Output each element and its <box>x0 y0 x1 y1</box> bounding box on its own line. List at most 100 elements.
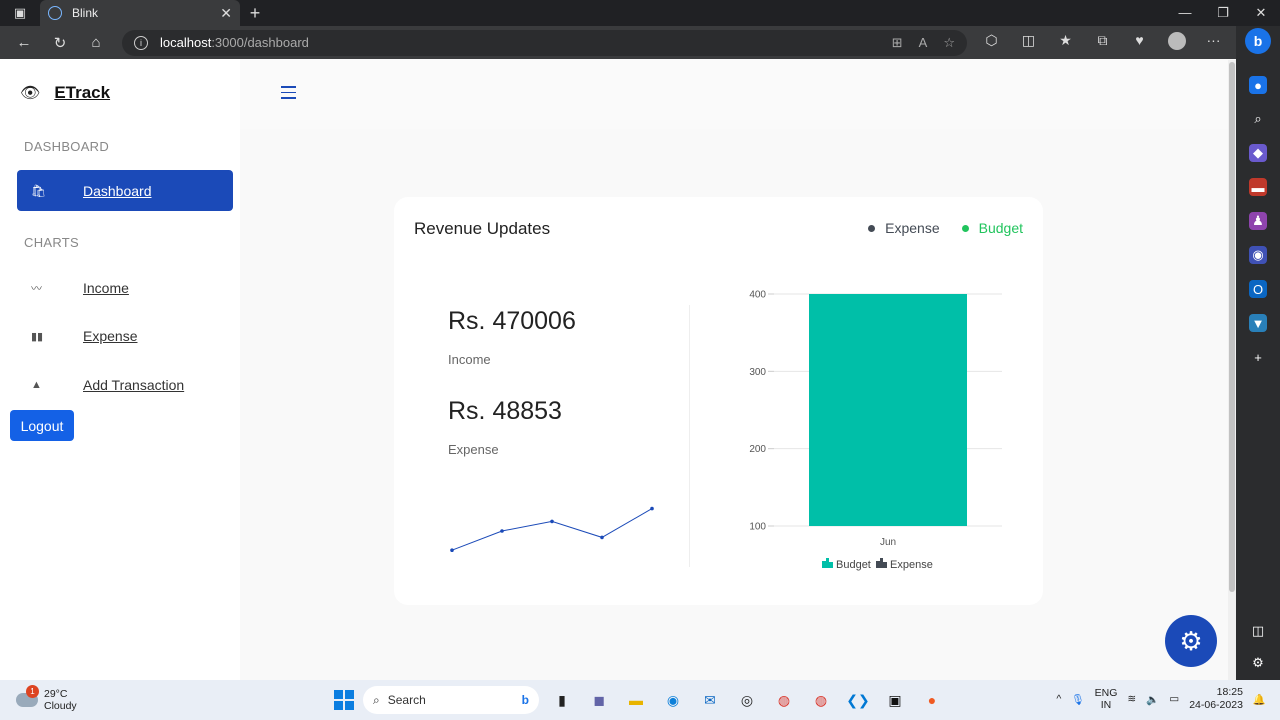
sidebar-item-income[interactable]: 〰 Income <box>17 273 233 303</box>
chrome-icon[interactable]: ◍ <box>770 686 798 714</box>
volume-icon[interactable]: 🔈 <box>1146 693 1159 706</box>
legend-dot-icon <box>868 224 876 232</box>
brand-name[interactable]: ETrack <box>54 83 110 103</box>
logout-button[interactable]: Logout <box>10 410 74 441</box>
search-icon[interactable]: ⌕ <box>1249 110 1267 128</box>
bing-icon[interactable]: b <box>1245 28 1271 54</box>
sidebar-settings-icon[interactable]: ⚙ <box>1249 654 1267 672</box>
section-label-charts: CHARTS <box>24 235 80 250</box>
tab-title: Blink <box>72 6 99 20</box>
teams-chat-icon[interactable]: ◼ <box>585 686 613 714</box>
favorites-icon[interactable]: ★ <box>1047 32 1084 53</box>
income-stat: Rs. 470006 Income <box>448 307 576 367</box>
browser-tab[interactable]: Blink ✕ <box>40 0 240 26</box>
brand[interactable]: 👁 ETrack <box>20 83 110 103</box>
postman-icon[interactable]: ● <box>918 686 946 714</box>
legend-swatch-icon <box>829 562 833 568</box>
wifi-icon[interactable]: ≋ <box>1127 693 1136 705</box>
lang-line1: ENG <box>1094 687 1118 699</box>
bar-legend-budget: Budget <box>822 558 871 571</box>
browser-essentials-icon[interactable]: ♥ <box>1121 32 1158 53</box>
notification-icon[interactable]: 🔔 <box>1253 693 1266 706</box>
app-sidebar: 👁 ETrack DASHBOARD 🛍 Dashboard CHARTS 〰 … <box>0 59 240 680</box>
back-icon[interactable]: ← <box>6 29 42 57</box>
copilot-icon[interactable]: ◉ <box>1249 246 1267 264</box>
revenue-card: Revenue Updates Expense Budget Rs. 47000… <box>394 197 1043 605</box>
sidebar-item-label[interactable]: Add Transaction <box>83 377 184 393</box>
home-icon[interactable]: ⌂ <box>78 29 114 57</box>
card-divider <box>689 305 690 567</box>
sidebar-item-label[interactable]: Dashboard <box>83 183 152 199</box>
budget-bar-chart: 100 200 300 400 Jun Budget Expense <box>749 290 1002 571</box>
task-view-icon[interactable]: ▮ <box>548 686 576 714</box>
weather-temp: 29°C <box>44 688 68 700</box>
legend-swatch-icon <box>822 561 826 568</box>
file-explorer-icon[interactable]: ▬ <box>622 686 650 714</box>
microphone-icon[interactable]: 🎙 <box>1071 693 1084 706</box>
system-tray: ^ 🎙 ENG IN ≋ 🔈 ▭ 18:25 24-06-2023 🔔 <box>1056 686 1266 712</box>
legend-dot-icon <box>961 224 969 232</box>
page-scrollbar[interactable] <box>1228 60 1236 680</box>
income-sparkline <box>450 506 654 552</box>
collections-icon[interactable]: ⧉ <box>1084 32 1121 53</box>
mail-icon[interactable]: ✉ <box>696 686 724 714</box>
shopping-tag-icon[interactable]: ◆ <box>1249 144 1267 162</box>
dell-icon[interactable]: ◎ <box>733 686 761 714</box>
legend-label-0: Budget <box>836 559 871 571</box>
show-hidden-icons-icon[interactable]: ^ <box>1056 693 1061 705</box>
legend-expense-label: Expense <box>885 220 940 236</box>
shopping-bag-icon: 🛍 <box>31 183 47 198</box>
language-indicator[interactable]: ENG IN <box>1095 687 1118 711</box>
sidebar-item-dashboard[interactable]: 🛍 Dashboard <box>17 170 233 211</box>
sparkline-point-2 <box>550 519 554 524</box>
scrollbar-thumb[interactable] <box>1229 62 1235 592</box>
more-menu-icon[interactable]: ··· <box>1195 32 1232 53</box>
apps-icon[interactable]: ⊞ <box>892 35 903 51</box>
menu-hamburger-icon[interactable] <box>281 86 296 103</box>
vscode-icon[interactable]: ❮❯ <box>844 686 872 714</box>
sidebar-item-add-transaction[interactable]: ▲ Add Transaction <box>17 370 233 400</box>
close-window-icon[interactable]: ✕ <box>1242 5 1280 21</box>
add-sidebar-app-icon[interactable]: + <box>1249 348 1267 366</box>
sidebar-item-label[interactable]: Expense <box>83 328 137 344</box>
refresh-icon[interactable]: ↻ <box>42 29 78 57</box>
tools-icon[interactable]: ▬ <box>1249 178 1267 196</box>
url-host: localhost <box>160 35 212 50</box>
sparkline-point-1 <box>500 529 504 533</box>
settings-gear-button[interactable]: ⚙ <box>1165 615 1217 667</box>
split-screen-icon[interactable]: ◫ <box>1010 32 1047 53</box>
windows-start-icon[interactable] <box>334 690 354 710</box>
weather-widget[interactable]: 1 29°C Cloudy <box>16 685 77 712</box>
extensions-icon[interactable]: ⬡ <box>973 32 1010 53</box>
games-icon[interactable]: ♟ <box>1249 212 1267 230</box>
clock[interactable]: 18:25 24-06-2023 <box>1189 686 1243 712</box>
sparkline-point-3 <box>600 535 604 540</box>
terminal-icon[interactable]: ▣ <box>881 686 909 714</box>
taskbar-search[interactable]: ⌕ Search b <box>363 686 539 714</box>
drop-icon[interactable]: ▼ <box>1249 314 1267 332</box>
edge-browser-icon[interactable]: ◉ <box>659 686 687 714</box>
search-icon: ⌕ <box>373 692 380 707</box>
notification-bell-icon[interactable]: ● <box>1249 76 1267 94</box>
outlook-icon[interactable]: O <box>1249 280 1267 298</box>
address-bar[interactable]: i localhost :3000/dashboard ⊞ A ☆ <box>122 29 967 56</box>
tab-favicon-icon <box>48 6 62 20</box>
sidebar-item-expense[interactable]: ▮▮ Expense <box>17 321 233 351</box>
tab-actions-icon[interactable]: ▣ <box>0 0 40 26</box>
read-aloud-icon[interactable]: A <box>919 35 928 51</box>
profile-avatar[interactable] <box>1158 32 1195 53</box>
legend-swatch-icon <box>880 558 883 568</box>
bar-chart-icon: ▮▮ <box>31 330 44 343</box>
site-info-icon[interactable]: i <box>134 35 148 50</box>
maximize-icon[interactable]: ❐ <box>1204 5 1242 21</box>
hide-sidebar-icon[interactable]: ◫ <box>1249 622 1267 640</box>
minimize-icon[interactable]: — <box>1166 5 1204 21</box>
new-tab-icon[interactable]: + <box>240 3 270 24</box>
weather-desc: Cloudy <box>44 700 77 712</box>
legend-label-1: Expense <box>890 559 933 571</box>
tab-close-icon[interactable]: ✕ <box>220 5 232 22</box>
battery-icon[interactable]: ▭ <box>1169 693 1179 705</box>
favorite-star-icon[interactable]: ☆ <box>943 35 955 51</box>
sidebar-item-label[interactable]: Income <box>83 280 129 296</box>
chrome-profile-icon[interactable]: ◍ <box>807 686 835 714</box>
